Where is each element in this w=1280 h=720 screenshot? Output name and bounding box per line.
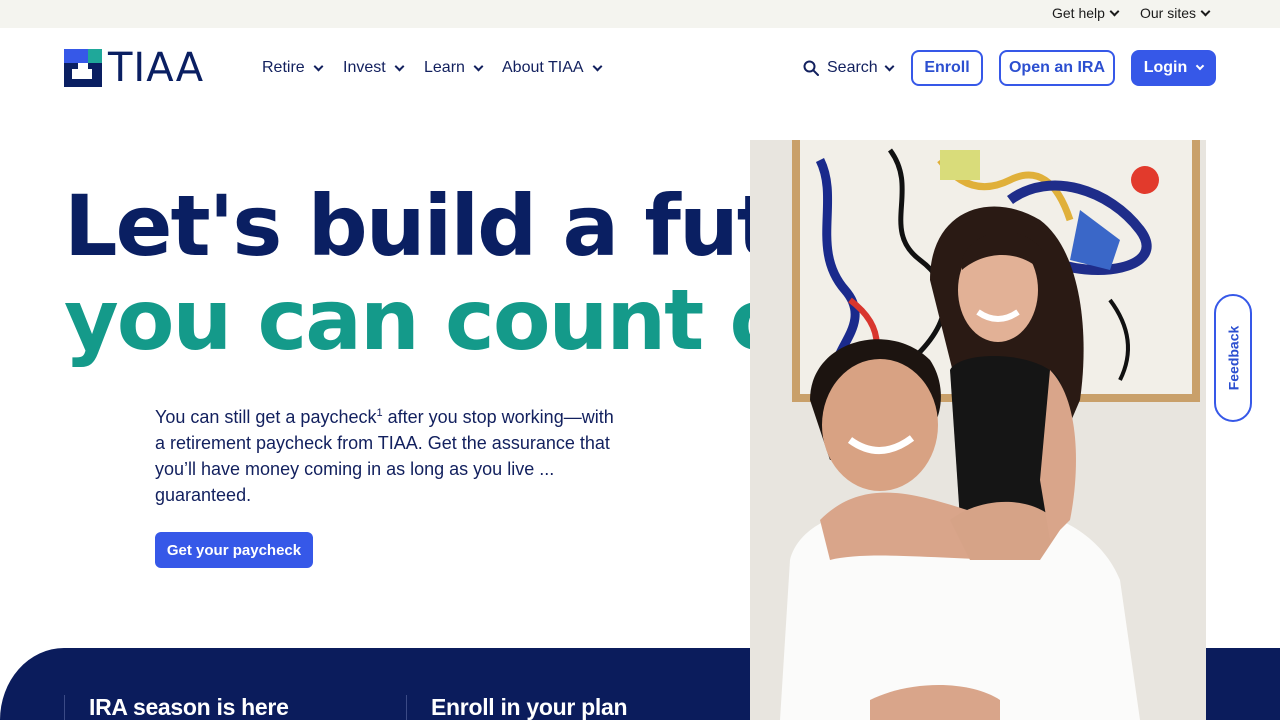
open-ira-label: Open an IRA — [1008, 59, 1105, 76]
chevron-down-icon — [592, 61, 602, 71]
main-header: TIAA Retire Invest Learn About TIAA Sear… — [0, 28, 1280, 110]
cta-label: Get your paycheck — [166, 541, 302, 559]
get-your-paycheck-button[interactable]: Get your paycheck — [155, 532, 313, 568]
nav-learn[interactable]: Learn — [424, 59, 484, 77]
nav-label: Learn — [424, 59, 465, 76]
login-label: Login — [1143, 59, 1188, 76]
our-sites-menu[interactable]: Our sites — [1140, 5, 1211, 21]
hero-body-text: You can still get a paycheck1 after you … — [155, 404, 615, 508]
enroll-button[interactable]: Enroll — [911, 50, 983, 86]
open-ira-button[interactable]: Open an IRA — [999, 50, 1115, 86]
chevron-down-icon — [884, 61, 895, 71]
nav-label: About TIAA — [502, 59, 584, 76]
divider — [64, 695, 65, 720]
feedback-label: Feedback — [1225, 325, 1241, 391]
ira-season-card-title[interactable]: IRA season is here — [89, 694, 289, 720]
enroll-plan-card-title[interactable]: Enroll in your plan — [431, 694, 628, 720]
login-button[interactable]: Login — [1131, 50, 1216, 86]
enroll-label: Enroll — [924, 59, 970, 76]
hero-headline-line2: you can count on — [64, 271, 845, 369]
tiaa-logo[interactable]: TIAA — [64, 48, 204, 88]
chevron-down-icon — [473, 61, 484, 71]
nav-label: Retire — [262, 59, 305, 76]
nav-label: Invest — [343, 59, 386, 76]
search-menu[interactable]: Search — [803, 59, 895, 77]
divider — [406, 695, 407, 720]
feedback-tab[interactable]: Feedback — [1214, 294, 1252, 422]
utility-bar: Get help Our sites — [0, 0, 1280, 28]
couple-photo-illustration — [750, 140, 1206, 720]
hero-body-part1: You can still get a paycheck — [155, 407, 377, 427]
tiaa-logo-icon — [64, 49, 102, 87]
chevron-down-icon — [313, 61, 324, 71]
nav-invest[interactable]: Invest — [343, 59, 405, 77]
search-icon — [803, 60, 819, 76]
nav-about-tiaa[interactable]: About TIAA — [502, 59, 602, 77]
chevron-down-icon — [394, 61, 405, 71]
get-help-menu[interactable]: Get help — [1052, 5, 1120, 21]
get-help-label: Get help — [1052, 5, 1105, 21]
our-sites-label: Our sites — [1140, 5, 1197, 21]
hero-photo — [750, 140, 1206, 720]
logo-text: TIAA — [108, 45, 205, 91]
nav-retire[interactable]: Retire — [262, 59, 324, 77]
chevron-down-icon — [1196, 61, 1205, 71]
chevron-down-icon — [1200, 6, 1211, 16]
search-label: Search — [827, 59, 878, 76]
chevron-down-icon — [1109, 6, 1120, 16]
promo-band-right — [1206, 648, 1280, 720]
